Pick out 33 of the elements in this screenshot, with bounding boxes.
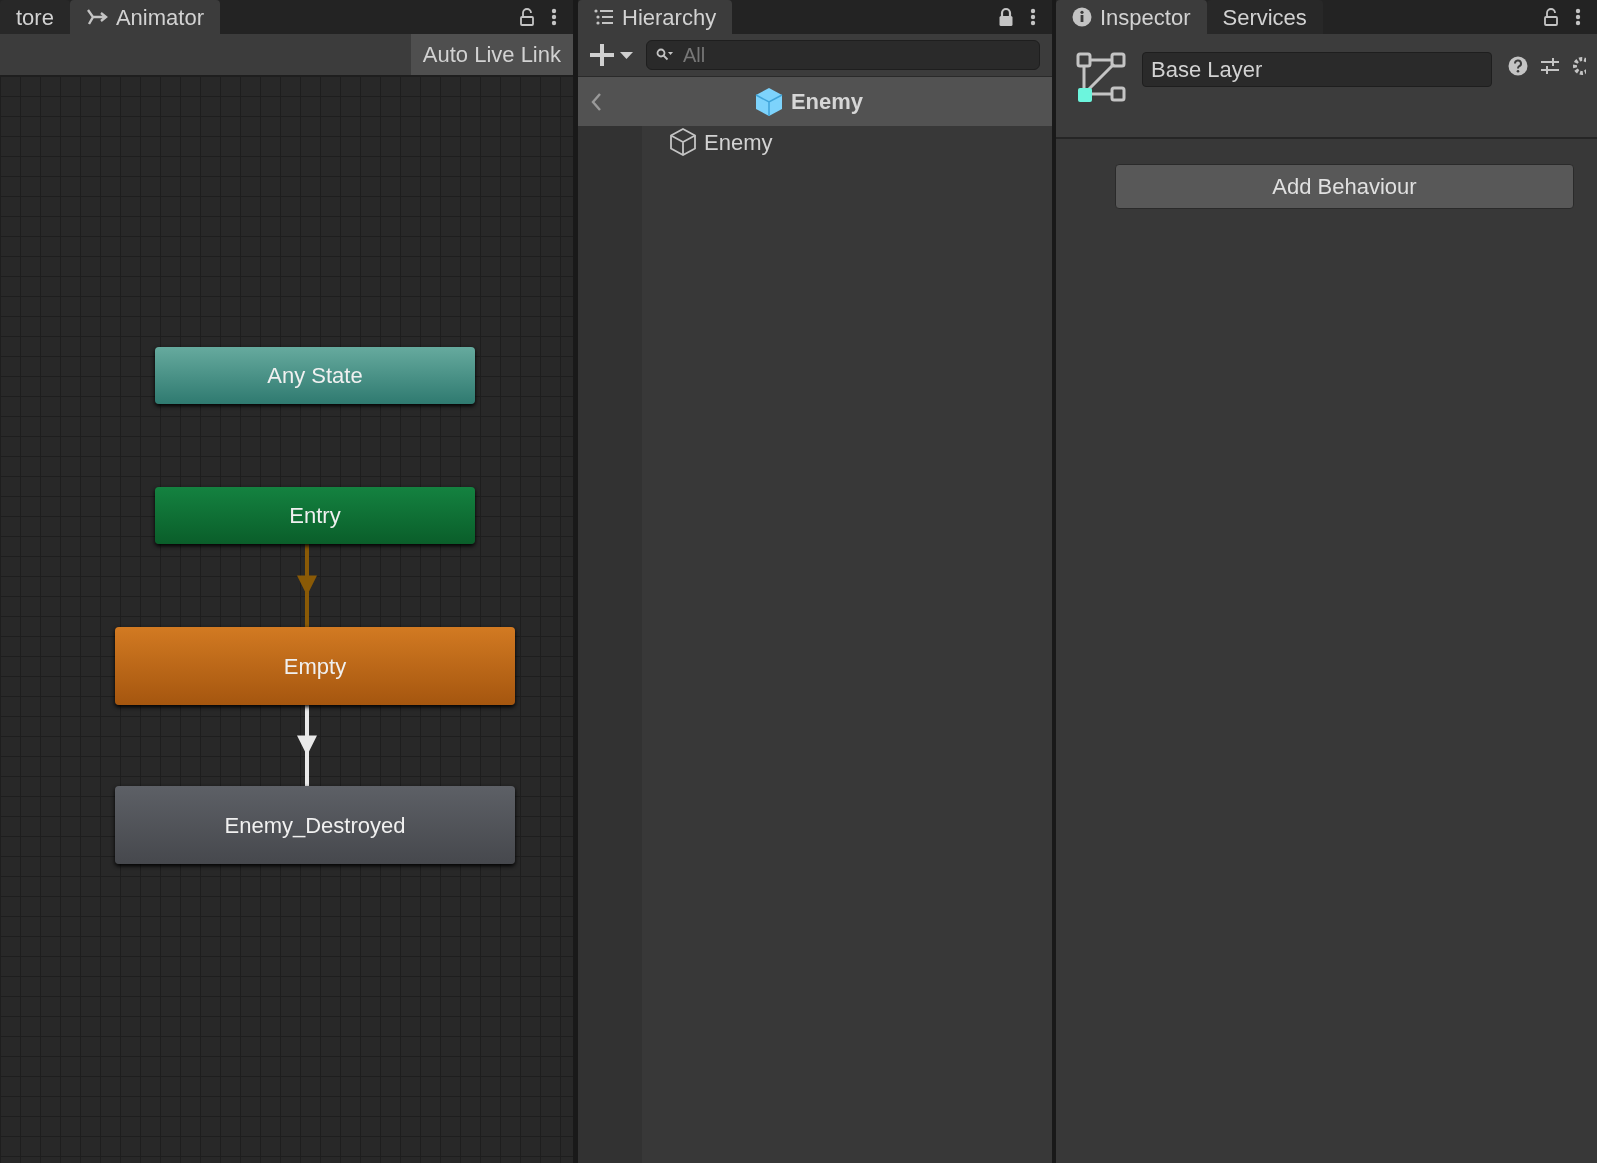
help-icon[interactable] <box>1508 56 1528 76</box>
settings-icon[interactable] <box>1572 56 1586 76</box>
state-machine-icon <box>1076 52 1126 102</box>
presets-icon[interactable] <box>1540 56 1560 76</box>
animator-icon <box>85 7 108 27</box>
info-icon <box>1072 7 1092 27</box>
state-node[interactable]: Entry <box>155 487 475 544</box>
back-chevron-icon[interactable] <box>590 91 602 112</box>
state-node[interactable]: Enemy_Destroyed <box>115 786 515 864</box>
panel-tab[interactable]: Hierarchy <box>578 0 733 34</box>
panel-tab[interactable]: Animator <box>69 0 220 34</box>
state-node[interactable]: Empty <box>115 627 515 705</box>
lock-icon[interactable] <box>519 7 535 27</box>
list-icon <box>594 9 614 25</box>
panel-tab[interactable]: Services <box>1206 0 1323 34</box>
lock-icon[interactable] <box>1543 7 1559 27</box>
search-field[interactable]: All <box>646 40 1040 70</box>
prefab-title: Enemy <box>790 88 864 116</box>
add-dropdown-icon[interactable] <box>590 44 634 66</box>
cube-outline-icon <box>670 128 696 156</box>
search-icon <box>656 48 674 62</box>
panel-tab[interactable]: Inspector <box>1056 0 1207 34</box>
panel-tab[interactable]: tore <box>0 0 70 34</box>
lock-icon[interactable] <box>998 7 1014 27</box>
add-behaviour-button[interactable]: Add Behaviour <box>1115 164 1574 209</box>
more-options-icon[interactable] <box>1575 7 1581 27</box>
cube-icon <box>754 86 783 117</box>
transition-arrow[interactable] <box>296 705 318 786</box>
more-options-icon[interactable] <box>1030 7 1036 27</box>
hierarchy-item[interactable]: Enemy <box>642 126 1052 158</box>
layer-name-field[interactable]: Base Layer <box>1142 52 1492 87</box>
auto-live-link-button[interactable]: Auto Live Link <box>410 34 573 75</box>
more-options-icon[interactable] <box>551 7 557 27</box>
